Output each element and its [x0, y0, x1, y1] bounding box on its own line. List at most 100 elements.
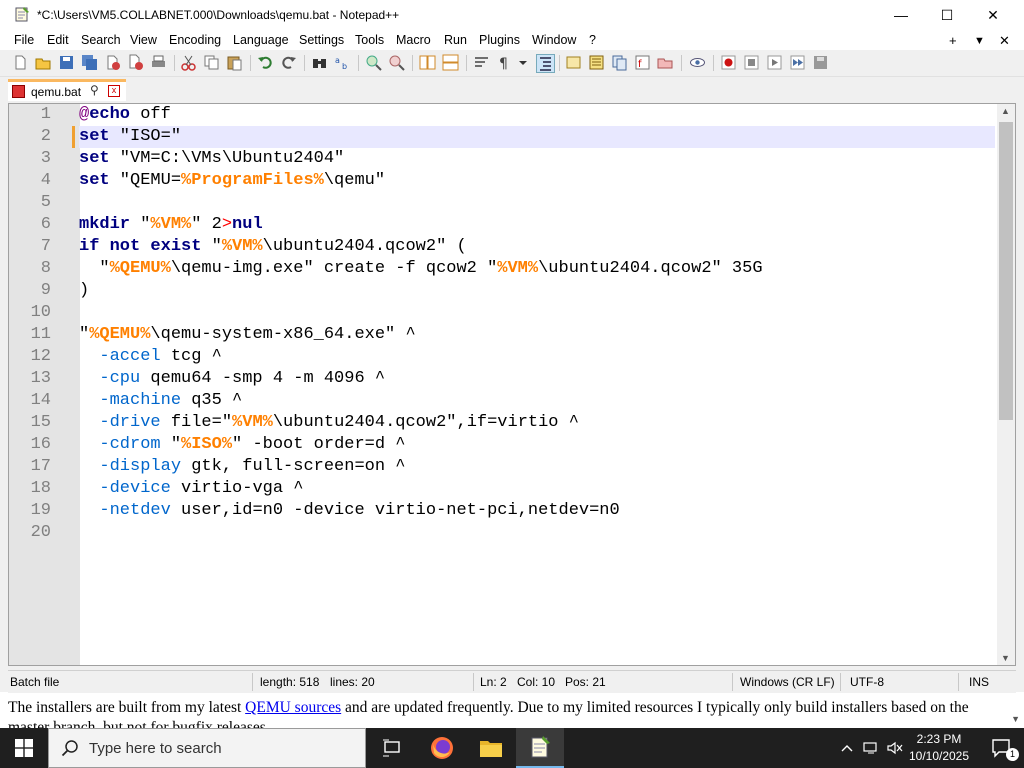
macro-stop-icon[interactable] [743, 54, 760, 71]
start-button[interactable] [0, 728, 48, 768]
document-list-icon[interactable] [611, 54, 628, 71]
code-line[interactable]: 12 -accel tcg ^ [31, 346, 995, 368]
vertical-scrollbar[interactable]: ▲ ▼ [997, 104, 1015, 665]
code-line[interactable]: 2 set "ISO=" [41, 126, 995, 148]
new-file-icon[interactable] [12, 54, 29, 71]
scrollbar-thumb[interactable] [999, 122, 1013, 420]
document-map-icon[interactable] [588, 54, 605, 71]
menu-tools[interactable]: Tools [355, 33, 384, 47]
code-line[interactable]: 19 -netdev user,id=n0 -device virtio-net… [31, 500, 995, 522]
task-view-button[interactable] [368, 728, 416, 768]
replace-icon[interactable]: ab [334, 54, 351, 71]
code-line[interactable]: 20 [31, 522, 995, 544]
zoom-out-icon[interactable] [388, 54, 405, 71]
firefox-taskbar-button[interactable] [418, 728, 466, 768]
tab-close-icon[interactable]: x [108, 85, 120, 97]
sync-horizontal-scroll-icon[interactable] [442, 54, 459, 71]
menu-edit[interactable]: Edit [47, 33, 69, 47]
menu-view[interactable]: View [130, 33, 157, 47]
macro-save-icon[interactable] [812, 54, 829, 71]
code-line[interactable]: 16 -cdrom "%ISO%" -boot order=d ^ [31, 434, 995, 456]
function-list-icon[interactable]: f [634, 54, 651, 71]
menu-search[interactable]: Search [81, 33, 121, 47]
scroll-down-arrow-icon[interactable]: ▼ [1001, 653, 1010, 663]
code-line[interactable]: 5 [41, 192, 995, 214]
menu-window[interactable]: Window [532, 33, 576, 47]
code-line[interactable]: 18 -device virtio-vga ^ [31, 478, 995, 500]
save-all-icon[interactable] [81, 54, 98, 71]
status-encoding[interactable]: UTF-8 [850, 675, 884, 689]
code-line[interactable]: 3 set "VM=C:\VMs\Ubuntu2404" [41, 148, 995, 170]
tab-qemu-bat[interactable]: qemu.bat ⚲ x [8, 79, 126, 101]
code-line[interactable]: 1 @echo off [41, 104, 995, 126]
word-wrap-icon[interactable] [473, 54, 490, 71]
copy-icon[interactable] [203, 54, 220, 71]
menu-help[interactable]: ? [589, 33, 596, 47]
indent-guide-icon[interactable] [536, 54, 555, 73]
code-line[interactable]: 4 set "QEMU=%ProgramFiles%\qemu" [41, 170, 995, 192]
zoom-in-icon[interactable] [365, 54, 382, 71]
new-tab-plus-icon[interactable]: + [949, 33, 957, 48]
code-line[interactable]: 8 "%QEMU%\qemu-img.exe" create -f qcow2 … [41, 258, 995, 280]
menu-encoding[interactable]: Encoding [169, 33, 221, 47]
close-doc-icon[interactable]: ✕ [999, 33, 1010, 49]
code-line[interactable]: 6 mkdir "%VM%" 2>nul [41, 214, 995, 236]
code-area[interactable]: 1 @echo off 2 set "ISO=" 3 set "VM=C:\VMs\Ubu… [31, 104, 995, 544]
action-center-button[interactable]: 1 [980, 728, 1024, 768]
scroll-up-arrow-icon[interactable]: ▲ [1001, 106, 1010, 116]
monitoring-eye-icon[interactable] [689, 54, 706, 71]
code-line[interactable]: 13 -cpu qemu64 -smp 4 -m 4096 ^ [31, 368, 995, 390]
file-explorer-taskbar-button[interactable] [467, 728, 515, 768]
code-line[interactable]: 10 [31, 302, 995, 324]
code-line[interactable]: 7 if not exist "%VM%\ubuntu2404.qcow2" ( [41, 236, 995, 258]
close-file-icon[interactable] [104, 54, 121, 71]
notepad-plus-plus-taskbar-button[interactable] [516, 728, 564, 768]
macro-play-icon[interactable] [766, 54, 783, 71]
macro-run-multiple-icon[interactable] [789, 54, 806, 71]
cut-icon[interactable] [180, 54, 197, 71]
scroll-down-arrow-icon[interactable]: ▼ [1011, 714, 1020, 724]
open-file-icon[interactable] [35, 54, 52, 71]
code-line[interactable]: 14 -machine q35 ^ [31, 390, 995, 412]
code-editor[interactable]: 1 @echo off 2 set "ISO=" 3 set "VM=C:\VMs\Ubu… [8, 103, 1016, 666]
close-button[interactable]: ✕ [970, 0, 1016, 30]
tab-list-chevron-icon[interactable]: ▼ [974, 35, 985, 47]
show-symbol-dropdown-icon[interactable] [517, 54, 529, 71]
menu-file[interactable]: File [14, 33, 34, 47]
undo-icon[interactable] [257, 54, 274, 71]
line-number: 18 [30, 479, 51, 498]
maximize-button[interactable]: ☐ [924, 0, 970, 30]
show-all-characters-icon[interactable]: ¶ [496, 54, 513, 71]
taskbar-search-box[interactable]: Type here to search [48, 728, 366, 768]
menu-plugins[interactable]: Plugins [479, 33, 520, 47]
macro-record-icon[interactable] [720, 54, 737, 71]
menu-macro[interactable]: Macro [396, 33, 431, 47]
minimize-button[interactable]: — [878, 0, 924, 30]
menu-settings[interactable]: Settings [299, 33, 344, 47]
print-icon[interactable] [150, 54, 167, 71]
network-tray-button[interactable] [860, 728, 882, 768]
status-eol-format[interactable]: Windows (CR LF) [740, 675, 835, 689]
paste-icon[interactable] [226, 54, 243, 71]
status-insert-mode[interactable]: INS [969, 675, 989, 689]
menu-run[interactable]: Run [444, 33, 467, 47]
code-line[interactable]: 17 -display gtk, full-screen=on ^ [31, 456, 995, 478]
save-icon[interactable] [58, 54, 75, 71]
find-icon[interactable] [311, 54, 328, 71]
folder-as-workspace-icon[interactable] [657, 54, 674, 71]
code-token: tcg ^ [160, 347, 222, 366]
code-line[interactable]: 9) [41, 280, 995, 302]
user-defined-language-icon[interactable] [565, 54, 582, 71]
sync-vertical-scroll-icon[interactable] [419, 54, 436, 71]
close-all-icon[interactable] [127, 54, 144, 71]
volume-tray-button[interactable] [884, 728, 906, 768]
taskbar-clock[interactable]: 2:23 PM 10/10/2025 [904, 731, 974, 765]
menu-language[interactable]: Language [233, 33, 289, 47]
code-line[interactable]: 15 -drive file="%VM%\ubuntu2404.qcow2",i… [31, 412, 995, 434]
redo-icon[interactable] [280, 54, 297, 71]
pin-icon[interactable]: ⚲ [90, 83, 99, 97]
qemu-sources-link[interactable]: QEMU sources [245, 699, 341, 716]
title-bar[interactable]: *C:\Users\VM5.COLLABNET.000\Downloads\qe… [0, 0, 1024, 30]
code-line[interactable]: 11 "%QEMU%\qemu-system-x86_64.exe" ^ [31, 324, 995, 346]
show-hidden-icons-button[interactable] [836, 728, 858, 768]
